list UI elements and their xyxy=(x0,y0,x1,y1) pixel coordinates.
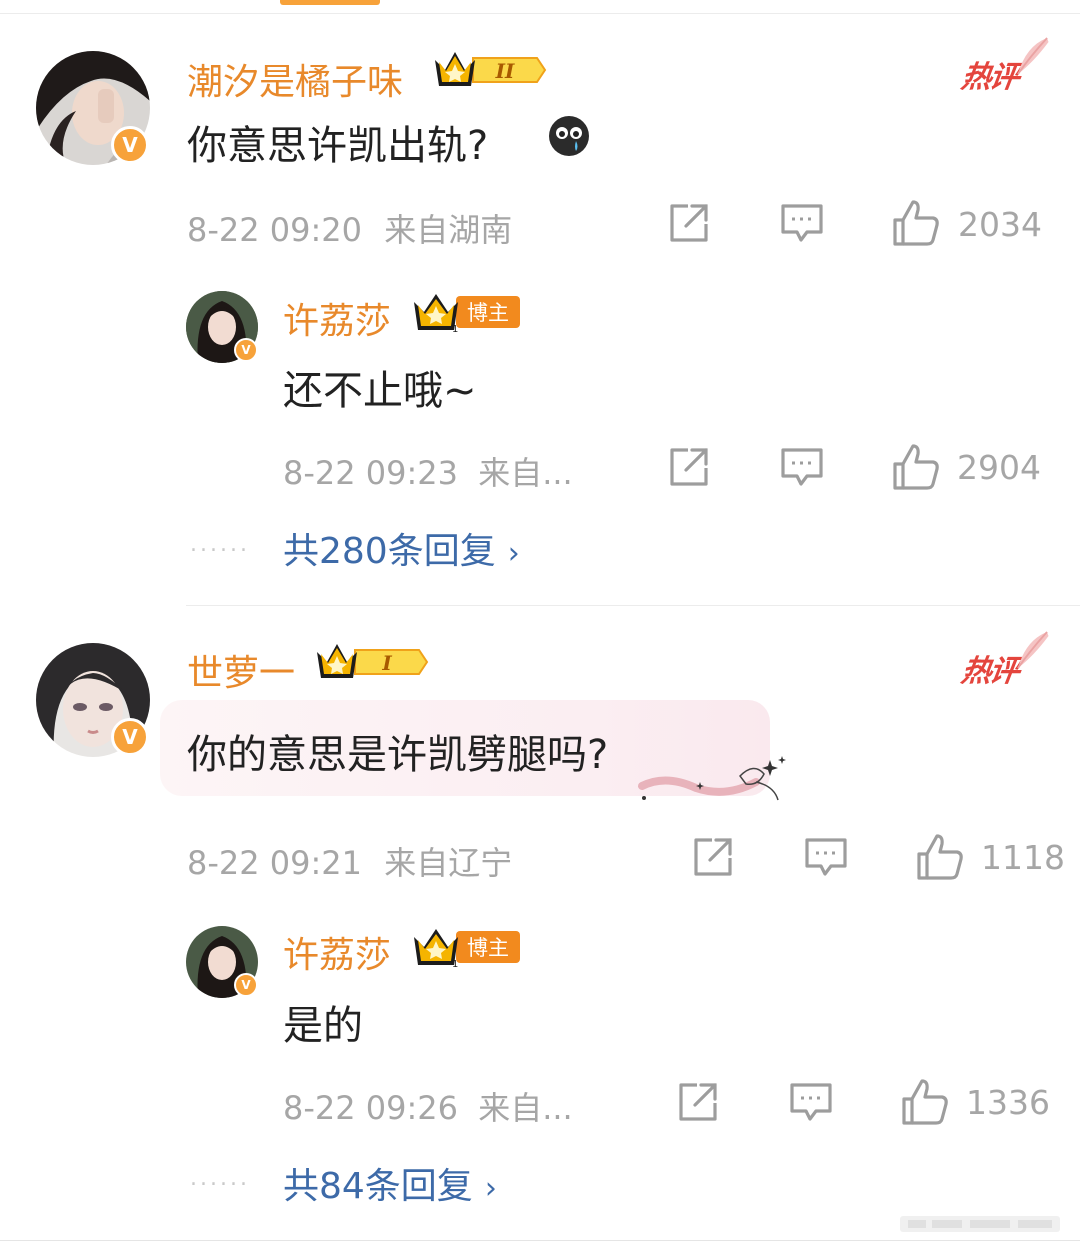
like-count: 1336 xyxy=(966,1083,1050,1122)
username[interactable]: 世萝一 xyxy=(187,644,295,696)
feather-icon xyxy=(1017,631,1049,669)
comment-icon[interactable] xyxy=(779,444,825,490)
svg-text:1: 1 xyxy=(452,959,458,969)
comment-icon[interactable] xyxy=(779,200,825,246)
active-tab-indicator xyxy=(280,0,380,5)
reply-meta: 8-22 09:26 来自... xyxy=(283,1083,573,1129)
dots-separator: ...... xyxy=(190,532,250,557)
location: 来自... xyxy=(478,1089,573,1127)
blogger-badge-icon: 博主 1 xyxy=(414,929,520,969)
location: 来自... xyxy=(478,454,573,492)
location: 来自辽宁 xyxy=(384,844,513,882)
comment-divider xyxy=(186,605,1080,606)
timestamp: 8-22 09:21 xyxy=(187,844,363,882)
like-count: 2904 xyxy=(957,448,1041,487)
reply-username[interactable]: 许荔莎 xyxy=(283,926,391,978)
watermark-logo xyxy=(900,1216,1060,1232)
blogger-badge-icon: 博主 1 xyxy=(414,294,520,334)
view-more-replies-link[interactable]: 共84条回复 › xyxy=(283,1157,497,1209)
reply-text: 还不止哦~ xyxy=(283,368,477,414)
level-text: I xyxy=(381,651,392,675)
timestamp: 8-22 09:26 xyxy=(283,1089,459,1127)
username[interactable]: 潮汐是橘子味 xyxy=(187,53,403,105)
like-icon[interactable] xyxy=(891,198,941,248)
hot-comment-label: 热评 xyxy=(959,631,1049,690)
verified-badge-icon: V xyxy=(234,973,258,997)
svg-text:1: 1 xyxy=(452,324,458,334)
blogger-badge-label: 博主 xyxy=(467,936,509,960)
comment-icon[interactable] xyxy=(803,834,849,880)
feather-icon xyxy=(1017,37,1049,75)
timestamp: 8-22 09:20 xyxy=(187,211,363,249)
location: 来自湖南 xyxy=(384,211,513,249)
like-icon[interactable] xyxy=(900,1077,950,1127)
comment-meta: 8-22 09:21 来自辽宁 xyxy=(187,838,512,884)
timestamp: 8-22 09:23 xyxy=(283,454,459,492)
user-level-crown-icon: II xyxy=(435,52,547,86)
share-icon[interactable] xyxy=(675,1079,721,1125)
share-icon[interactable] xyxy=(666,444,712,490)
blogger-badge-label: 博主 xyxy=(467,301,509,325)
reply-meta: 8-22 09:23 来自... xyxy=(283,448,573,494)
like-count: 2034 xyxy=(958,205,1042,244)
share-icon[interactable] xyxy=(690,834,736,880)
reply-username[interactable]: 许荔莎 xyxy=(283,292,391,344)
comment-text: 你意思许凯出轨? xyxy=(187,123,489,169)
like-icon[interactable] xyxy=(891,442,941,492)
comment-text: 你的意思是许凯劈腿吗? xyxy=(187,732,609,778)
reply-text: 是的 xyxy=(283,1003,363,1049)
verified-badge-icon: V xyxy=(111,718,149,756)
comment-meta: 8-22 09:20 来自湖南 xyxy=(187,205,512,251)
like-count: 1118 xyxy=(981,838,1065,877)
verified-badge-icon: V xyxy=(111,126,149,164)
user-level-crown-icon: I xyxy=(317,644,429,678)
crying-emoji-icon xyxy=(549,116,589,156)
like-icon[interactable] xyxy=(915,832,965,882)
share-icon[interactable] xyxy=(666,200,712,246)
comment-icon[interactable] xyxy=(788,1079,834,1125)
dots-separator: ...... xyxy=(190,1166,250,1191)
hot-comment-label: 热评 xyxy=(959,37,1049,96)
top-divider xyxy=(0,13,1080,14)
bottom-divider xyxy=(0,1240,1080,1241)
ribbon-decoration-icon xyxy=(638,756,786,801)
chevron-right-icon: › xyxy=(507,536,520,571)
level-text: II xyxy=(495,59,515,83)
verified-badge-icon: V xyxy=(234,338,258,362)
chevron-right-icon: › xyxy=(484,1171,497,1206)
view-more-replies-link[interactable]: 共280条回复 › xyxy=(283,522,520,574)
